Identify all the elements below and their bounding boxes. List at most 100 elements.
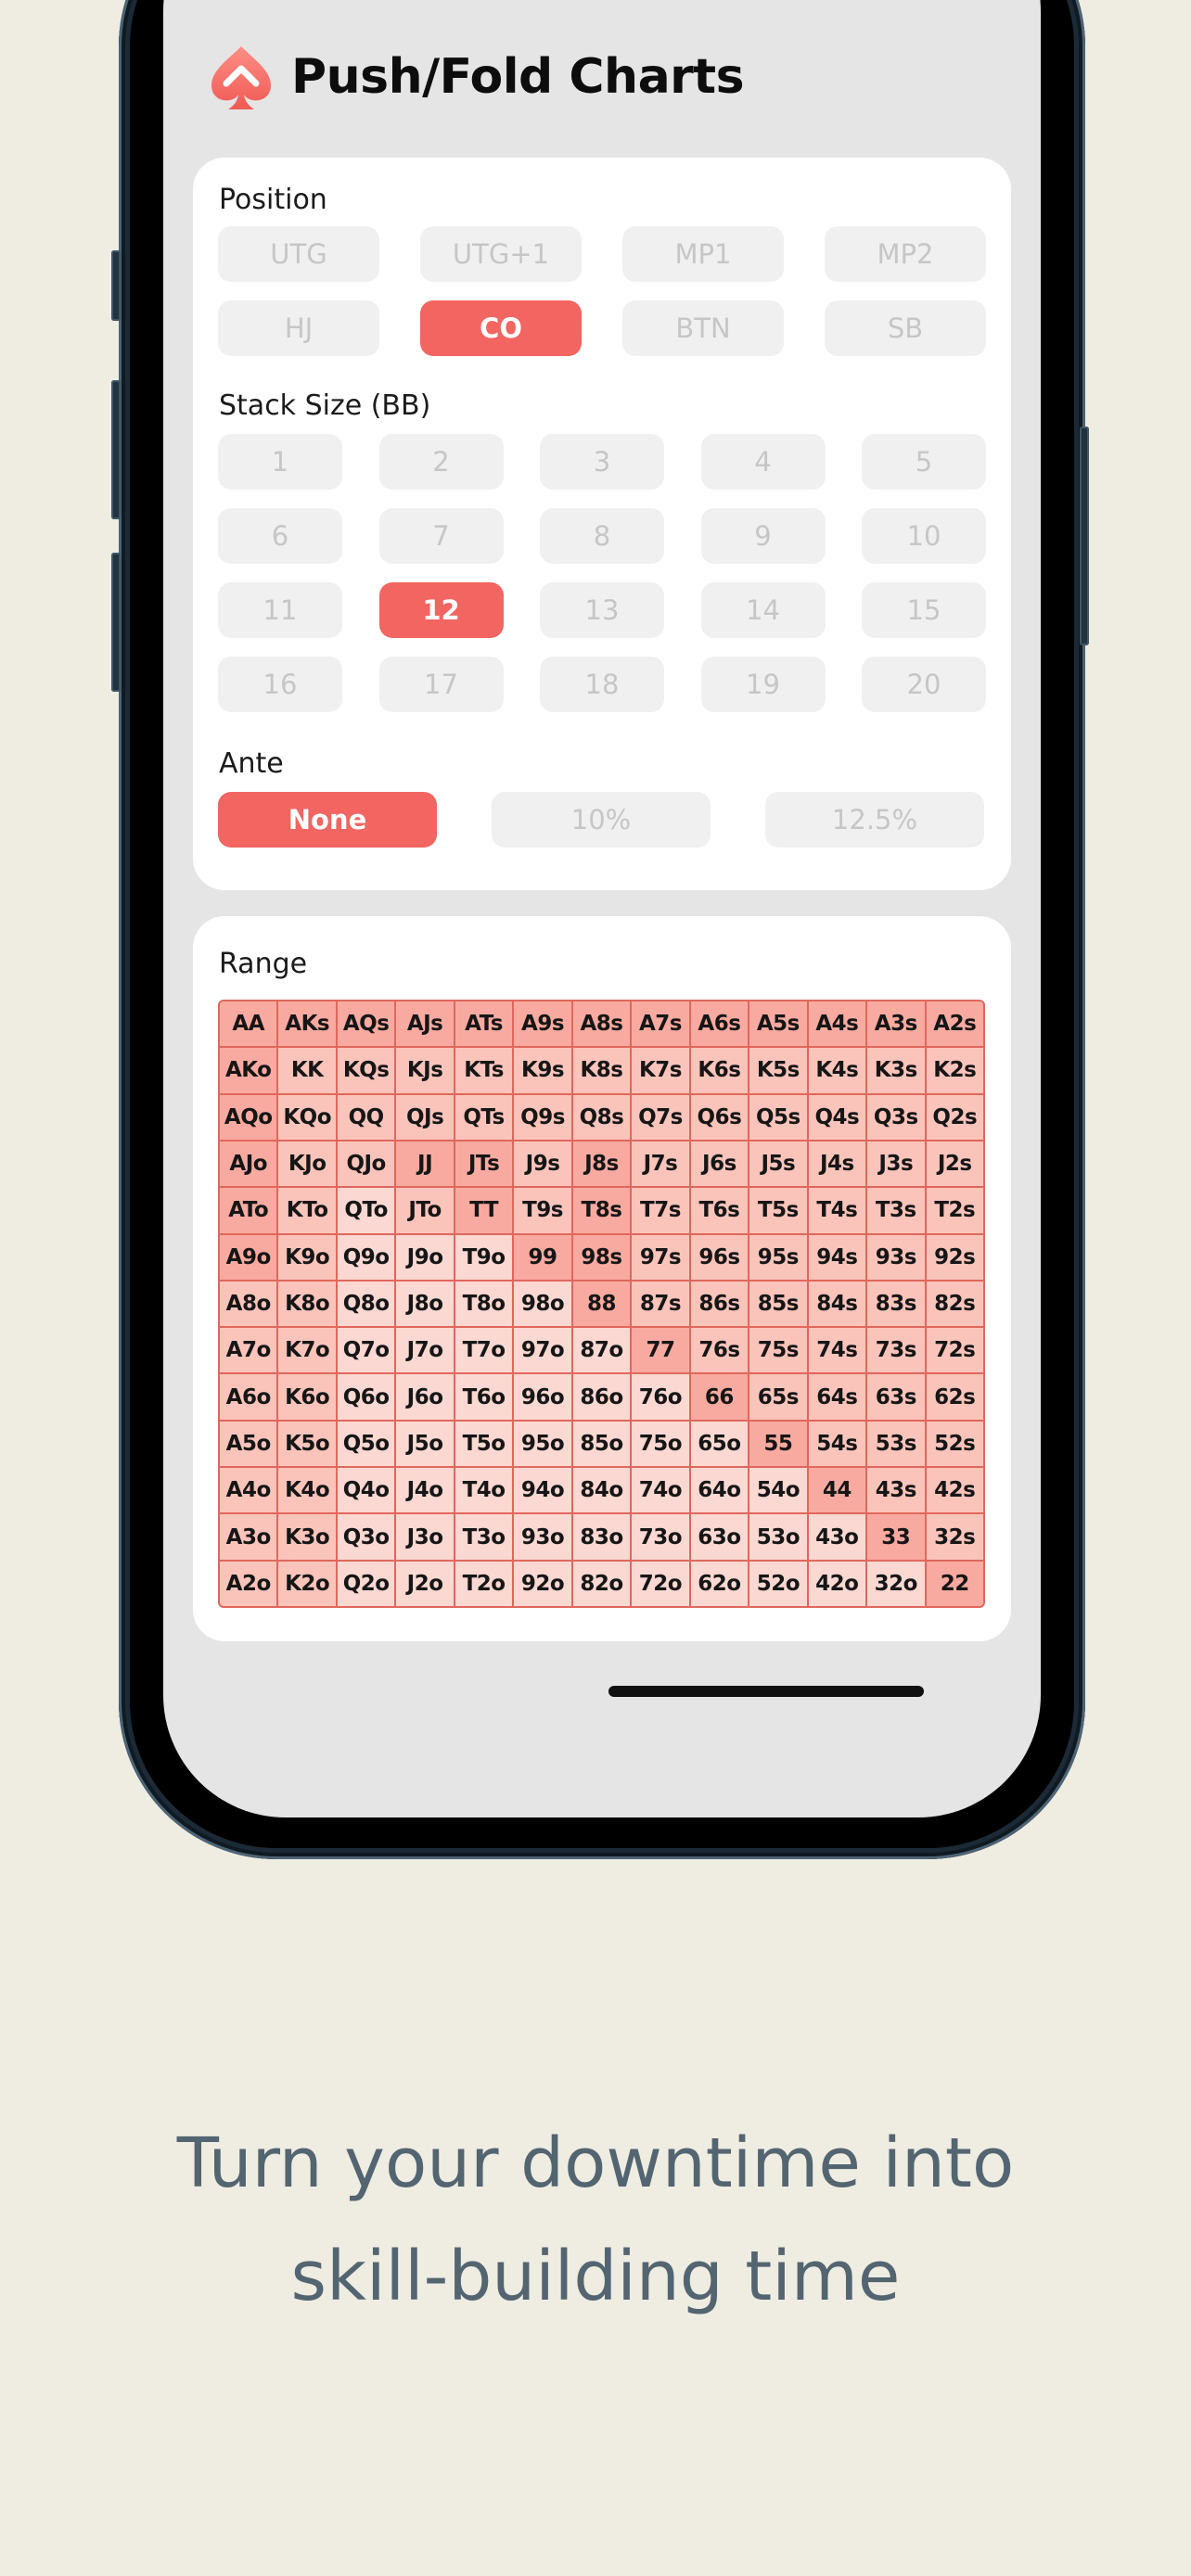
range-cell-a3s[interactable]: A3s xyxy=(867,1001,925,1047)
range-cell-j2s[interactable]: J2s xyxy=(926,1141,983,1187)
range-cell-t3o[interactable]: T3o xyxy=(455,1514,513,1560)
range-cell-87s[interactable]: 87s xyxy=(632,1281,689,1327)
range-cell-63s[interactable]: 63s xyxy=(867,1374,925,1420)
range-cell-65o[interactable]: 65o xyxy=(690,1421,749,1467)
range-cell-a3o[interactable]: A3o xyxy=(220,1514,277,1560)
range-cell-ats[interactable]: ATs xyxy=(455,1001,513,1047)
range-cell-74o[interactable]: 74o xyxy=(632,1468,689,1513)
range-cell-t4s[interactable]: T4s xyxy=(808,1188,866,1233)
range-cell-65s[interactable]: 65s xyxy=(749,1374,807,1420)
range-cell-t4o[interactable]: T4o xyxy=(455,1468,513,1513)
stack-option-15[interactable]: 15 xyxy=(862,582,986,638)
range-cell-87o[interactable]: 87o xyxy=(572,1328,631,1373)
range-cell-42s[interactable]: 42s xyxy=(926,1468,983,1513)
range-cell-72s[interactable]: 72s xyxy=(926,1328,983,1373)
stack-option-11[interactable]: 11 xyxy=(218,582,342,638)
range-cell-k6s[interactable]: K6s xyxy=(690,1048,749,1093)
stack-option-2[interactable]: 2 xyxy=(378,434,504,490)
stack-option-8[interactable]: 8 xyxy=(540,508,664,564)
range-cell-a9o[interactable]: A9o xyxy=(220,1234,277,1280)
range-cell-83o[interactable]: 83o xyxy=(572,1514,631,1560)
range-cell-a2o[interactable]: A2o xyxy=(220,1561,277,1606)
range-cell-a7o[interactable]: A7o xyxy=(220,1328,277,1373)
range-cell-aqs[interactable]: AQs xyxy=(337,1001,395,1047)
range-cell-93o[interactable]: 93o xyxy=(514,1514,571,1560)
range-cell-42o[interactable]: 42o xyxy=(808,1561,866,1606)
range-cell-a4s[interactable]: A4s xyxy=(808,1001,866,1047)
range-cell-83s[interactable]: 83s xyxy=(867,1281,925,1327)
range-cell-76s[interactable]: 76s xyxy=(690,1328,749,1373)
range-cell-92s[interactable]: 92s xyxy=(926,1234,983,1280)
range-cell-k5o[interactable]: K5o xyxy=(278,1421,336,1467)
range-cell-86o[interactable]: 86o xyxy=(572,1374,631,1420)
range-cell-ajo[interactable]: AJo xyxy=(220,1141,277,1187)
range-cell-qjo[interactable]: QJo xyxy=(337,1141,395,1187)
range-cell-k4o[interactable]: K4o xyxy=(278,1468,336,1513)
range-cell-97o[interactable]: 97o xyxy=(514,1328,571,1373)
range-cell-54s[interactable]: 54s xyxy=(808,1421,866,1467)
range-cell-k3o[interactable]: K3o xyxy=(278,1514,336,1560)
range-cell-k9o[interactable]: K9o xyxy=(278,1234,336,1280)
range-cell-99[interactable]: 99 xyxy=(514,1234,571,1280)
range-cell-52s[interactable]: 52s xyxy=(926,1421,983,1467)
position-option-hj[interactable]: HJ xyxy=(218,300,379,356)
range-cell-qjs[interactable]: QJs xyxy=(396,1094,454,1140)
range-cell-q2o[interactable]: Q2o xyxy=(337,1561,395,1606)
position-option-mp2[interactable]: MP2 xyxy=(825,226,986,282)
home-indicator[interactable] xyxy=(608,1686,924,1697)
range-cell-66[interactable]: 66 xyxy=(690,1374,749,1420)
range-cell-kk[interactable]: KK xyxy=(278,1048,336,1093)
stack-option-4[interactable]: 4 xyxy=(700,434,826,490)
range-cell-32s[interactable]: 32s xyxy=(926,1514,983,1560)
range-cell-95o[interactable]: 95o xyxy=(514,1421,571,1467)
range-cell-qts[interactable]: QTs xyxy=(455,1094,513,1140)
range-cell-43s[interactable]: 43s xyxy=(867,1468,925,1513)
range-cell-a8o[interactable]: A8o xyxy=(220,1281,277,1327)
range-cell-a7s[interactable]: A7s xyxy=(632,1001,689,1047)
range-cell-q6s[interactable]: Q6s xyxy=(690,1094,749,1140)
range-cell-43o[interactable]: 43o xyxy=(808,1514,866,1560)
position-option-utg[interactable]: UTG xyxy=(218,226,379,282)
range-cell-kjs[interactable]: KJs xyxy=(396,1048,454,1093)
range-cell-96o[interactable]: 96o xyxy=(514,1374,571,1420)
range-cell-k9s[interactable]: K9s xyxy=(514,1048,571,1093)
range-cell-q5o[interactable]: Q5o xyxy=(337,1421,395,1467)
range-cell-t2s[interactable]: T2s xyxy=(926,1188,983,1233)
range-cell-j8s[interactable]: J8s xyxy=(572,1141,631,1187)
stack-option-19[interactable]: 19 xyxy=(700,657,826,712)
range-cell-85s[interactable]: 85s xyxy=(749,1281,807,1327)
range-cell-q7o[interactable]: Q7o xyxy=(337,1328,395,1373)
range-cell-j3s[interactable]: J3s xyxy=(867,1141,925,1187)
range-cell-kjo[interactable]: KJo xyxy=(278,1141,336,1187)
range-cell-aqo[interactable]: AQo xyxy=(220,1094,277,1140)
range-cell-aks[interactable]: AKs xyxy=(278,1001,336,1047)
range-cell-a9s[interactable]: A9s xyxy=(514,1001,571,1047)
range-cell-a2s[interactable]: A2s xyxy=(926,1001,983,1047)
stack-option-6[interactable]: 6 xyxy=(218,508,342,564)
position-option-co[interactable]: CO xyxy=(420,300,582,356)
range-cell-j9o[interactable]: J9o xyxy=(396,1234,454,1280)
stack-option-20[interactable]: 20 xyxy=(862,657,986,712)
range-cell-ato[interactable]: ATo xyxy=(220,1188,277,1233)
position-option-utg-1[interactable]: UTG+1 xyxy=(420,226,582,282)
range-cell-76o[interactable]: 76o xyxy=(632,1374,689,1420)
range-cell-t2o[interactable]: T2o xyxy=(455,1561,513,1606)
range-cell-84o[interactable]: 84o xyxy=(572,1468,631,1513)
range-cell-33[interactable]: 33 xyxy=(867,1514,925,1560)
position-option-btn[interactable]: BTN xyxy=(622,300,784,356)
range-cell-53o[interactable]: 53o xyxy=(749,1514,807,1560)
range-cell-a4o[interactable]: A4o xyxy=(220,1468,277,1513)
range-cell-q7s[interactable]: Q7s xyxy=(632,1094,689,1140)
range-cell-t7o[interactable]: T7o xyxy=(455,1328,513,1373)
range-cell-k2o[interactable]: K2o xyxy=(278,1561,336,1606)
range-cell-jto[interactable]: JTo xyxy=(396,1188,454,1233)
range-cell-73o[interactable]: 73o xyxy=(632,1514,689,1560)
stack-option-14[interactable]: 14 xyxy=(700,582,826,638)
range-cell-64o[interactable]: 64o xyxy=(690,1468,749,1513)
range-cell-75s[interactable]: 75s xyxy=(749,1328,807,1373)
range-cell-k8o[interactable]: K8o xyxy=(278,1281,336,1327)
range-cell-q8s[interactable]: Q8s xyxy=(572,1094,631,1140)
range-cell-k7s[interactable]: K7s xyxy=(632,1048,689,1093)
range-cell-j4s[interactable]: J4s xyxy=(808,1141,866,1187)
range-cell-k5s[interactable]: K5s xyxy=(749,1048,807,1093)
